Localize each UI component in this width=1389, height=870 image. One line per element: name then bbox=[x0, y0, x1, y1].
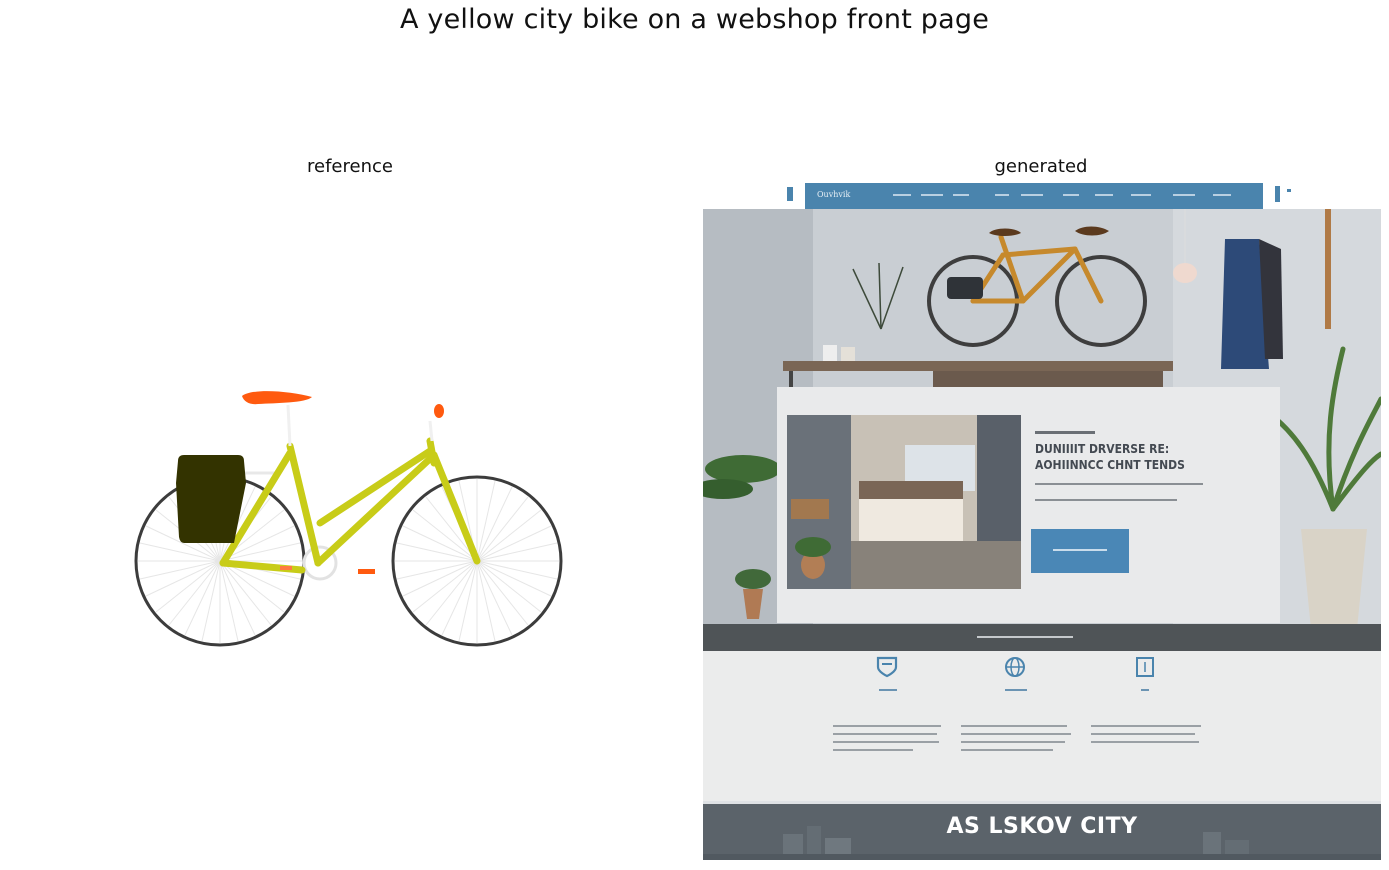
figure-title: A yellow city bike on a webshop front pa… bbox=[399, 4, 990, 35]
reference-image bbox=[20, 183, 680, 860]
reference-panel-title: reference bbox=[307, 156, 393, 177]
nav-item[interactable] bbox=[1173, 194, 1195, 196]
features-section bbox=[703, 651, 1381, 801]
nav-logo[interactable]: Ouvhvik bbox=[817, 190, 850, 199]
nav-item[interactable] bbox=[1063, 194, 1079, 196]
site-navbar: Ouvhvik bbox=[703, 183, 1381, 209]
generated-panel-title: generated bbox=[994, 156, 1088, 177]
info-band bbox=[703, 624, 1381, 651]
cart-icon[interactable] bbox=[1275, 186, 1280, 202]
generated-image: Ouvhvik DUNIIIIT DRVERSE RE: AOHIINNCC C… bbox=[703, 183, 1381, 860]
hero-subtext-line bbox=[1035, 483, 1203, 485]
bike-illustration bbox=[134, 391, 563, 647]
hero-headline-line-2: AOHIINNCC CHNT TENDS bbox=[1035, 458, 1185, 472]
plant-pot bbox=[1301, 529, 1367, 629]
nav-item[interactable] bbox=[893, 194, 911, 196]
nav-item[interactable] bbox=[1095, 194, 1113, 196]
menu-icon[interactable] bbox=[1287, 189, 1291, 192]
bike-frame bbox=[219, 437, 481, 574]
nav-item[interactable] bbox=[995, 194, 1009, 196]
globe-icon bbox=[1005, 657, 1025, 677]
nav-item[interactable] bbox=[953, 194, 969, 196]
footer-title: AS LSKOV CITY bbox=[946, 814, 1138, 839]
site-logo-icon bbox=[787, 187, 793, 201]
wall-shelf bbox=[783, 361, 1173, 371]
hero-headline: DUNIIIIT DRVERSE RE: AOHIINNCC CHNT TEND… bbox=[1035, 441, 1265, 473]
pendant-lamp bbox=[1173, 263, 1197, 283]
footer-banner: AS LSKOV CITY bbox=[703, 804, 1381, 860]
hero-subtext-line bbox=[1035, 499, 1177, 501]
hero-room-image bbox=[787, 415, 1021, 589]
pannier-bag bbox=[176, 455, 246, 543]
hero-headline-line-1: DUNIIIIT DRVERSE RE: bbox=[1035, 442, 1170, 456]
nav-item[interactable] bbox=[1131, 194, 1151, 196]
saddle bbox=[242, 391, 312, 405]
pedal bbox=[358, 569, 375, 574]
nav-bar bbox=[805, 183, 1263, 209]
nav-item[interactable] bbox=[1213, 194, 1231, 196]
hero-card: DUNIIIIT DRVERSE RE: AOHIINNCC CHNT TEND… bbox=[777, 387, 1280, 623]
nav-item[interactable] bbox=[1021, 194, 1043, 196]
cta-button[interactable] bbox=[1031, 529, 1129, 573]
handlebar-grip bbox=[434, 404, 444, 418]
shield-icon bbox=[876, 656, 898, 678]
book-icon bbox=[1136, 657, 1154, 677]
nav-item[interactable] bbox=[921, 194, 943, 196]
hero-eyebrow bbox=[1035, 431, 1095, 434]
